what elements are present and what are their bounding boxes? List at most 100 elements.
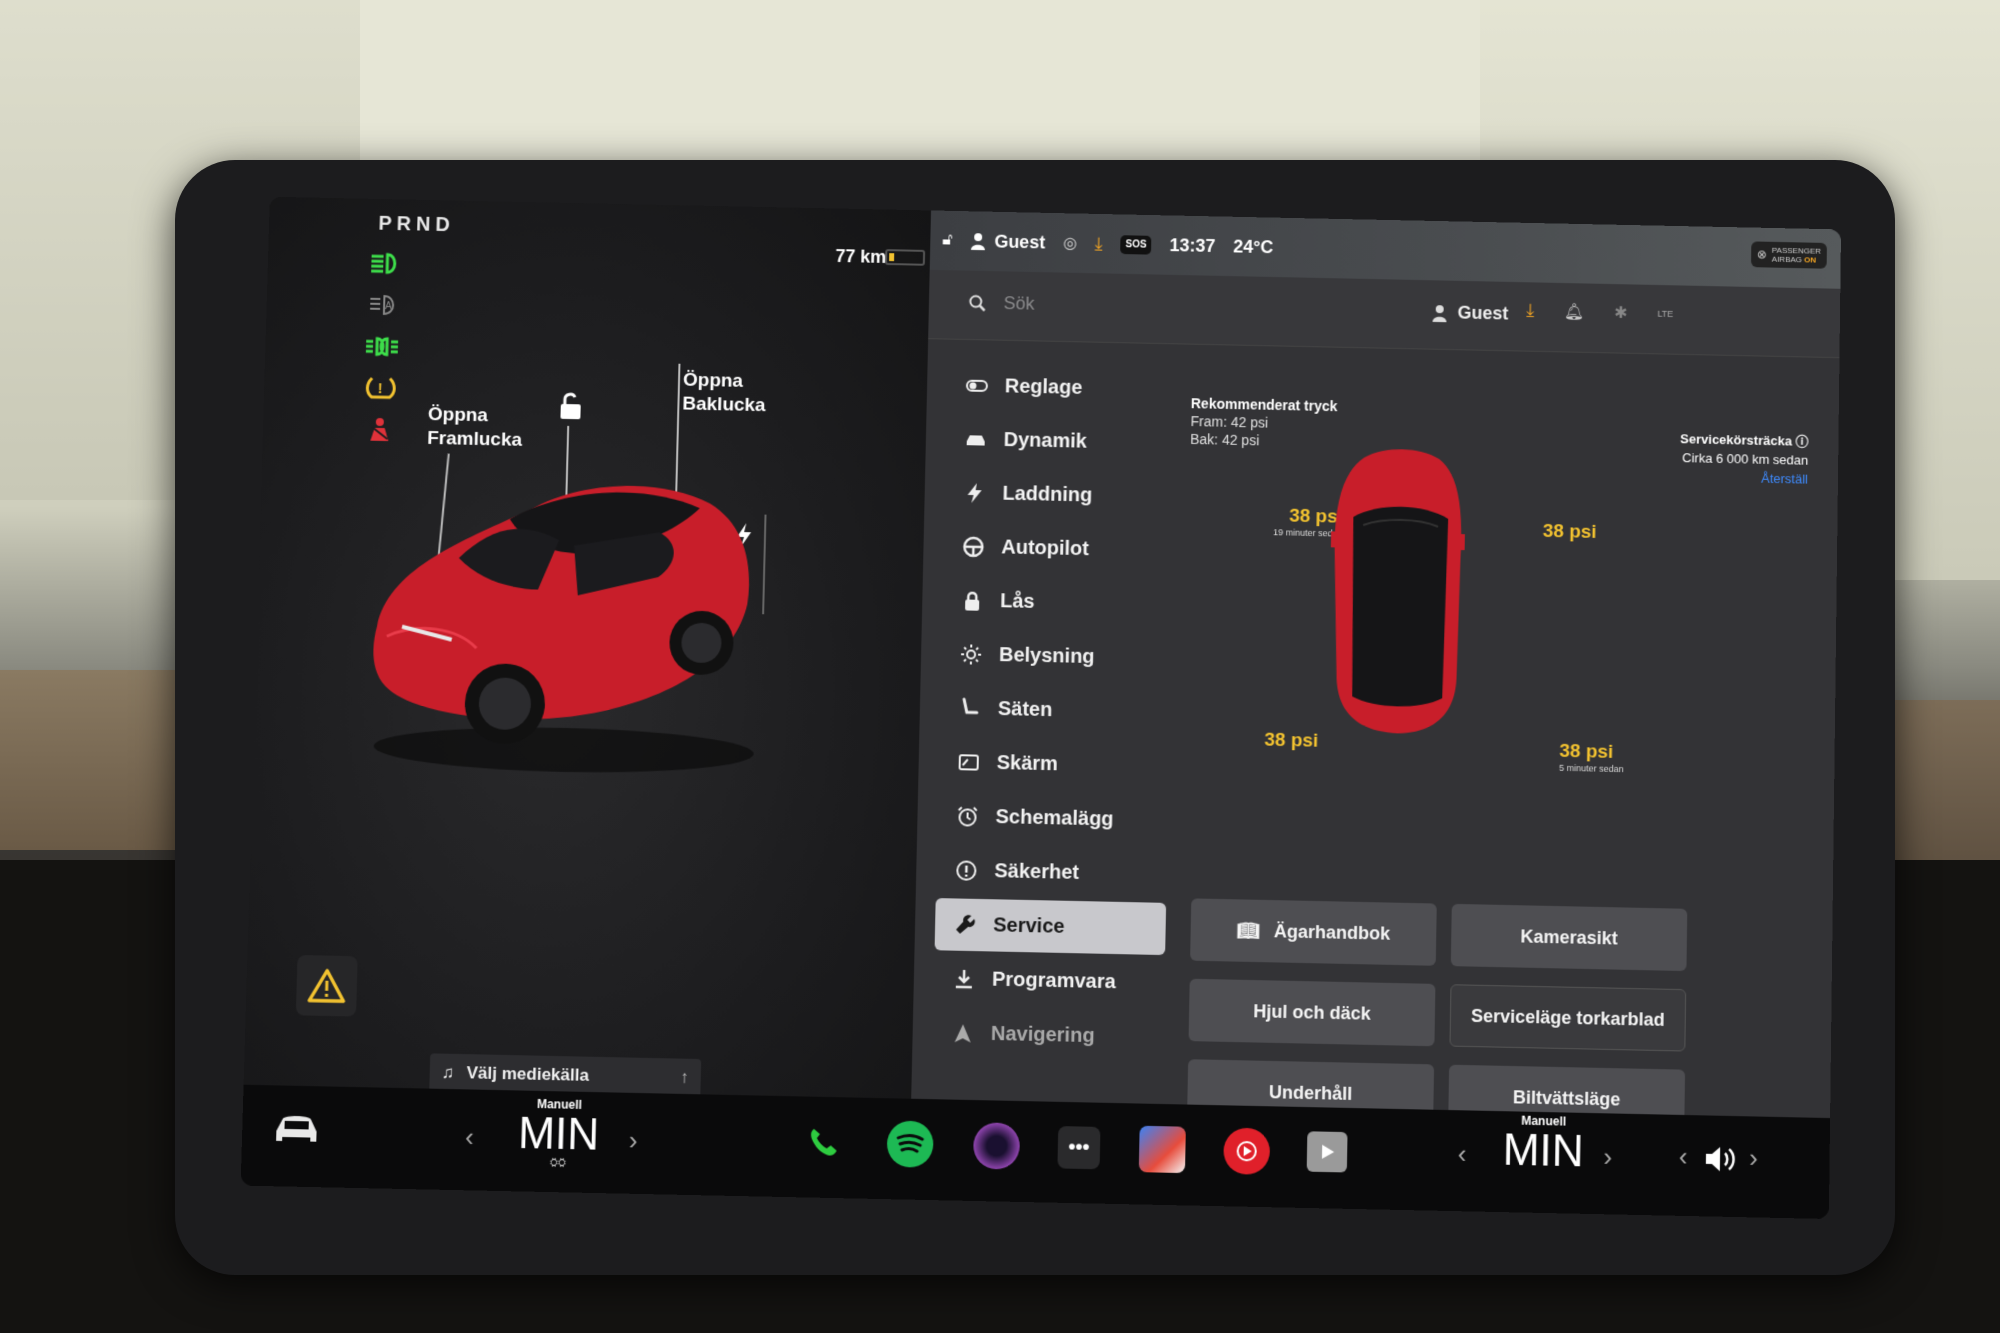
service-odometer-value: Cirka 6 000 km sedan [1680,448,1809,470]
bluetooth-icon[interactable]: ✱ [1614,302,1628,322]
book-icon: 📖︎ [1237,920,1260,942]
low-beam-icon [367,248,402,278]
more-apps-icon[interactable]: ••• [1057,1126,1100,1169]
maps-icon[interactable] [1139,1126,1186,1173]
menu-item-service[interactable]: Service [935,898,1167,955]
status-icons: ⤓ 🔔︎ ✱ LTE [1526,300,1673,324]
menu-item-navigering[interactable]: Navigering [932,1007,1164,1064]
profile-button[interactable]: Guest [970,231,1045,253]
recommended-rear: Bak: 42 psi [1190,430,1337,451]
menu-item-label: Säten [998,698,1053,722]
service-panel: Rekommenderat tryck Fram: 42 psi Bak: 42… [1177,355,1839,1118]
music-note-icon: ♫ [442,1063,455,1083]
settings-menu: Reglage Dynamik Laddning Autopilot Lås Belysn… [932,359,1177,1065]
info-circle-icon [954,858,979,883]
menu-item-dynamik[interactable]: Dynamik [945,413,1175,469]
volume-up-chevron[interactable]: › [1749,1143,1758,1174]
owners-manual-button[interactable]: 📖︎ Ägarhandbok [1190,898,1437,965]
menu-item-skärm[interactable]: Skärm [938,736,1169,793]
menu-item-säten[interactable]: Säten [939,682,1170,739]
download-icon[interactable]: ⤓ [1526,300,1534,321]
car-status-pane: PRND 77 km A ! Öppna Framlucka Öppna Bak… [244,197,931,1099]
status-profile[interactable]: Guest [1432,302,1509,324]
passenger-temp-up-chevron[interactable]: › [1603,1142,1612,1173]
menu-item-label: Autopilot [1001,536,1089,561]
camera-view-button[interactable]: Kamerasikt [1451,904,1688,971]
info-icon[interactable]: ⓘ [1795,434,1808,449]
expand-up-icon[interactable]: ↑ [680,1068,689,1088]
seat-icon [958,696,983,720]
hazard-warning-button[interactable] [296,955,358,1017]
menu-item-schemalägg[interactable]: Schemalägg [937,790,1168,847]
tire-rear-right-value: 38 psi [1559,741,1613,763]
lte-signal-icon: LTE [1657,308,1673,318]
driver-temp-down-chevron[interactable]: ‹ [465,1122,475,1153]
sos-button[interactable]: SOS [1120,235,1151,254]
search-input[interactable]: Sök [1003,293,1034,314]
phone-icon[interactable] [799,1119,846,1166]
rear-trunk-label-line2: Baklucka [682,393,766,419]
menu-item-belysning[interactable]: Belysning [941,628,1172,685]
menu-item-label: Säkerhet [994,860,1079,885]
lock-status-icon[interactable]: 🔓︎ [942,231,953,249]
steering-wheel-icon [961,535,985,559]
menu-item-laddning[interactable]: Laddning [944,467,1175,524]
menu-item-label: Belysning [999,644,1095,669]
tire-front-right: 38 psi [1543,521,1597,544]
menu-item-label: Dynamik [1003,429,1087,454]
driver-climate[interactable]: Manuell MIN ⛭⛭ [497,1096,619,1170]
passenger-climate-temp: MIN [1488,1127,1599,1176]
front-trunk-button[interactable]: Öppna Framlucka [427,403,523,453]
car-wash-mode-label: Biltvättsläge [1513,1087,1621,1110]
alarm-clock-icon [955,804,980,829]
passenger-temp-down-chevron[interactable]: ‹ [1457,1138,1466,1169]
wiper-service-mode-label: Serviceläge torkarblad [1471,1005,1665,1030]
menu-item-säkerhet[interactable]: Säkerhet [936,844,1167,901]
rear-trunk-label-line1: Öppna [683,369,767,395]
menu-item-label: Laddning [1002,482,1092,507]
touchscreen: PRND 77 km A ! Öppna Framlucka Öppna Bak… [241,197,1841,1219]
status-profile-name: Guest [1457,303,1508,325]
rear-trunk-button[interactable]: Öppna Baklucka [682,369,766,418]
search-icon [969,294,987,312]
wheels-tires-button[interactable]: Hjul och däck [1189,979,1436,1047]
spotify-icon[interactable] [887,1120,934,1167]
music-player-icon[interactable] [1223,1128,1270,1175]
notification-bell-icon[interactable]: 🔔︎ [1564,301,1585,321]
menu-item-programvara[interactable]: Programvara [933,952,1165,1009]
menu-item-label: Skärm [996,752,1058,776]
tire-rear-left-value: 38 psi [1264,730,1318,752]
bolt-icon [962,481,986,505]
driver-temp-up-chevron[interactable]: › [628,1125,638,1156]
svg-text:A: A [385,301,392,312]
camera-lens-icon[interactable] [973,1122,1020,1169]
car-top-view-image [1320,447,1475,739]
battery-icon [885,249,925,266]
user-icon [970,232,986,250]
wiper-service-mode-button[interactable]: Serviceläge torkarblad [1449,984,1686,1051]
clock: 13:37 [1169,235,1215,257]
tire-front-right-value: 38 psi [1543,521,1597,543]
menu-item-label: Service [993,914,1065,939]
service-odometer-title: Servicekörsträcka [1680,431,1792,448]
volume-icon[interactable] [1704,1144,1741,1175]
menu-item-lås[interactable]: Lås [942,574,1173,631]
passenger-climate[interactable]: Manuell MIN [1488,1113,1599,1176]
auto-high-beam-icon: A [366,290,401,320]
volume-down-chevron[interactable]: ‹ [1679,1141,1688,1172]
menu-item-label: Navigering [991,1022,1095,1047]
owners-manual-label: Ägarhandbok [1274,921,1391,945]
car-icon[interactable] [272,1111,321,1146]
outside-temperature: 24°C [1233,236,1273,258]
menu-item-reglage[interactable]: Reglage [946,359,1176,415]
download-status-icon[interactable]: ⤓ [1095,233,1103,254]
front-trunk-label-line1: Öppna [428,403,523,429]
theater-icon[interactable] [1307,1131,1348,1172]
car-3d-image [353,446,781,784]
gear-indicator: PRND [378,213,455,237]
homelink-icon[interactable]: ◎ [1063,233,1077,253]
menu-item-autopilot[interactable]: Autopilot [943,520,1174,577]
unlock-icon[interactable] [557,391,584,426]
service-odometer-reset-link[interactable]: Återställ [1680,467,1809,489]
seat-heater-icon[interactable]: ⛭⛭ [497,1157,618,1171]
